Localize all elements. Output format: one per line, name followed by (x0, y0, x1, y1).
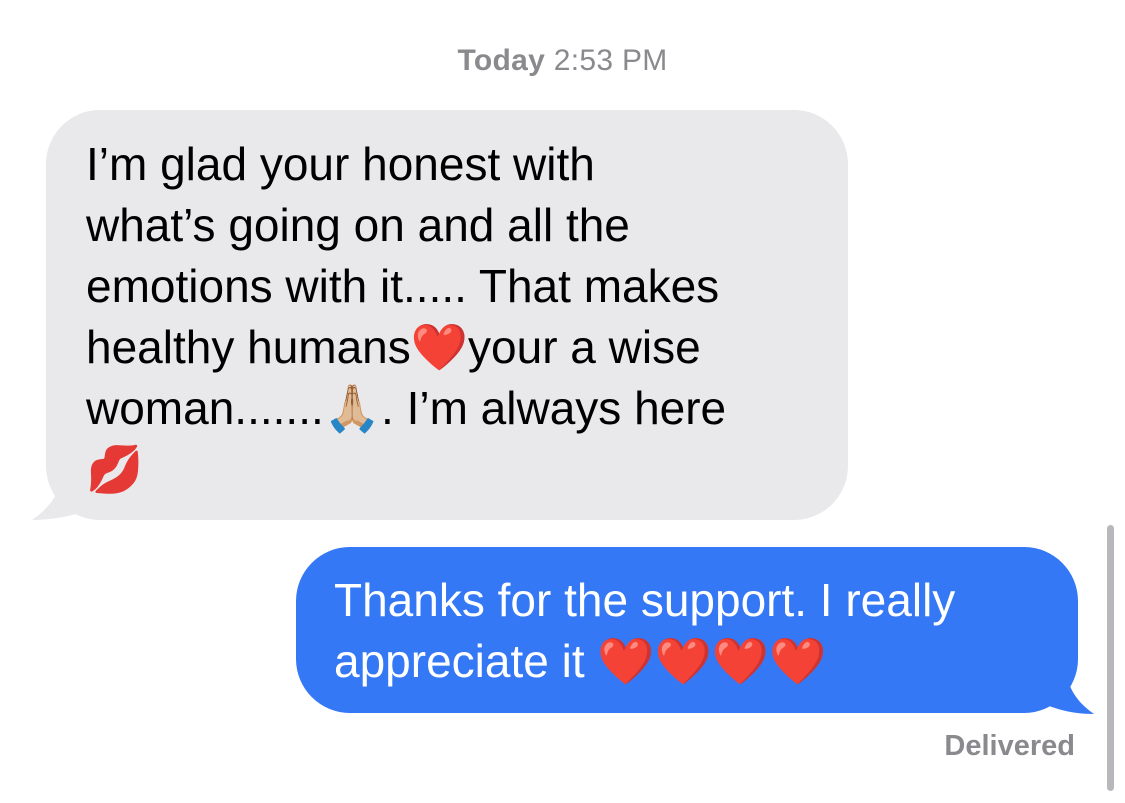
timestamp-day: Today (457, 44, 546, 77)
outgoing-message-text: Thanks for the support. I really appreci… (334, 574, 956, 687)
incoming-message-text: I’m glad your honest with what’s going o… (86, 138, 727, 495)
scrollbar[interactable] (1107, 525, 1114, 791)
delivery-status: Delivered (944, 730, 1075, 762)
conversation-timestamp: Today 2:53 PM (0, 44, 1125, 78)
timestamp-time: 2:53 PM (553, 44, 668, 77)
